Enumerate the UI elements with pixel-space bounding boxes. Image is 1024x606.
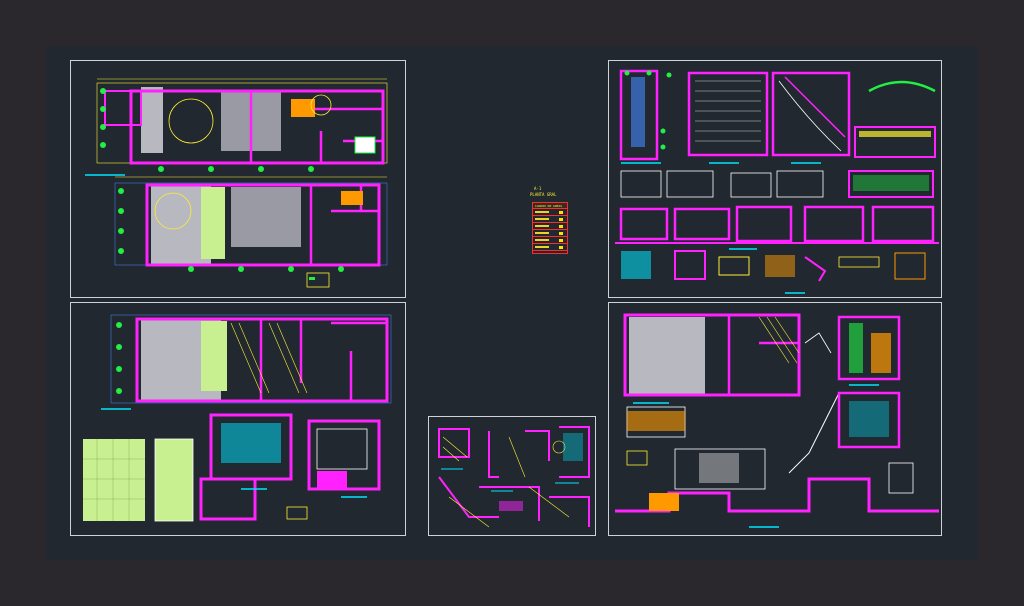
sheet-construction-details[interactable] xyxy=(428,416,596,536)
sheet-elevations-and-sections[interactable] xyxy=(608,60,942,298)
legend-row xyxy=(533,230,567,237)
elevations-drawing xyxy=(615,69,939,294)
legend-row xyxy=(533,244,567,251)
legend-table: CUADRO DE AREAS xyxy=(532,202,568,254)
upper-floor-drawing xyxy=(83,314,392,522)
area-legend[interactable]: A-1 PLANTA GRAL CUADRO DE AREAS xyxy=(530,186,574,256)
sheet-ground-floor-plans[interactable] xyxy=(70,60,406,298)
floor-plan-drawing xyxy=(85,78,388,288)
sheet-sections-and-stairs[interactable] xyxy=(608,302,942,536)
legend-row xyxy=(533,216,567,223)
cad-viewport[interactable]: A-1 PLANTA GRAL CUADRO DE AREAS xyxy=(0,0,1024,606)
details-drawing xyxy=(438,426,590,528)
sections-drawing xyxy=(615,313,939,528)
legend-subtitle: PLANTA GRAL xyxy=(530,192,557,197)
legend-row xyxy=(533,209,567,216)
model-space[interactable]: A-1 PLANTA GRAL CUADRO DE AREAS xyxy=(46,46,978,560)
legend-title: A-1 xyxy=(534,186,542,191)
legend-row xyxy=(533,223,567,230)
legend-row xyxy=(533,237,567,244)
sheet-upper-floor-and-details[interactable] xyxy=(70,302,406,536)
